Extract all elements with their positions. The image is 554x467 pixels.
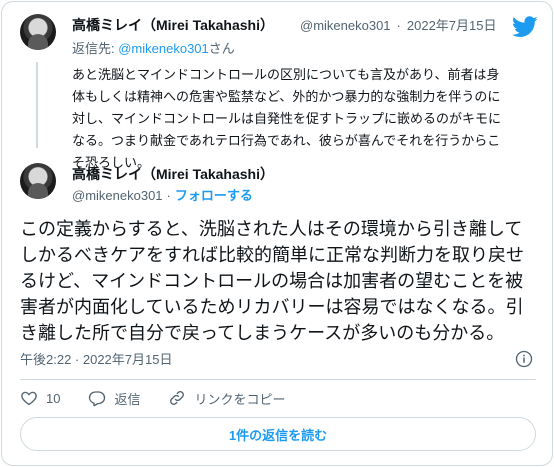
avatar[interactable] — [20, 14, 56, 50]
author-handle[interactable]: @mikeneko301 — [300, 18, 391, 33]
avatar[interactable] — [20, 163, 56, 199]
separator: · — [396, 18, 401, 33]
reply-prefix: 返信先: — [72, 41, 119, 56]
thread-connector-line — [36, 62, 38, 148]
tweet-date[interactable]: 2022年7月15日 — [407, 15, 497, 34]
tweet-embed-card: 高橋ミレイ（Mirei Takahashi） @mikeneko301 · 20… — [1, 1, 553, 466]
reply-to-handle[interactable]: @mikeneko301 — [118, 41, 209, 56]
divider — [20, 379, 536, 380]
author-subline: @mikeneko301 · フォローする — [72, 185, 253, 204]
reply-label: 返信 — [114, 391, 141, 407]
author-name[interactable]: 高橋ミレイ（Mirei Takahashi） — [72, 15, 274, 35]
reply-button[interactable]: 返信 — [88, 389, 140, 408]
action-bar: 10 返信 リンクをコピー — [20, 388, 314, 408]
reply-bubble-icon — [89, 391, 106, 407]
twitter-bird-icon[interactable] — [512, 16, 538, 38]
separator: · — [166, 188, 171, 203]
copy-link-button[interactable]: リンクをコピー — [168, 389, 286, 408]
follow-button[interactable]: フォローする — [175, 185, 253, 204]
copy-link-label: リンクをコピー — [194, 391, 286, 407]
info-icon[interactable] — [515, 350, 533, 368]
parent-tweet-text: あと洗脳とマインドコントロールの区別についても言及があり、前者は身体もしくは精神… — [72, 67, 502, 170]
author-handle[interactable]: @mikeneko301 — [72, 188, 163, 203]
tweet-text: この定義からすると、洗脳された人はその環境から引き離してしかるべきケアをすれば比… — [20, 219, 524, 343]
heart-icon — [21, 391, 37, 406]
reply-suffix: さん — [208, 41, 235, 56]
like-button[interactable]: 10 — [20, 389, 60, 407]
tweet-timestamp[interactable]: 午後2:22 · 2022年7月15日 — [20, 349, 172, 368]
reply-to-line: 返信先: @mikeneko301さん — [72, 38, 235, 57]
parent-tweet-header: 高橋ミレイ（Mirei Takahashi） @mikeneko301 · 20… — [72, 15, 497, 35]
like-count: 10 — [46, 390, 61, 406]
read-replies-button[interactable]: 1件の返信を読む — [20, 417, 536, 451]
author-name[interactable]: 高橋ミレイ（Mirei Takahashi） — [72, 164, 274, 184]
link-icon — [170, 391, 185, 405]
